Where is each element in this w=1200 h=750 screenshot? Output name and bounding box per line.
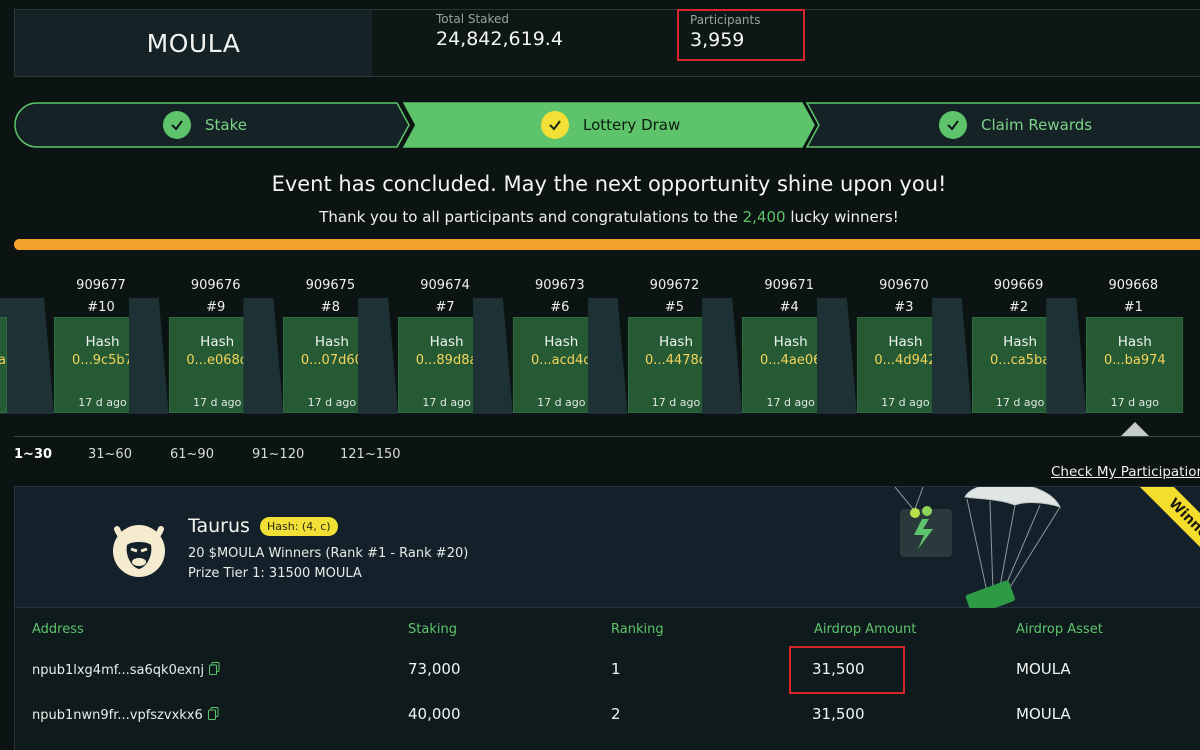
cell-amount: 31,500 [812,660,865,678]
pager-tab[interactable]: 121~150 [340,447,401,462]
block-side [587,298,628,414]
cell-ranking: 2 [611,705,621,723]
check-icon [939,111,967,139]
cell-asset: MOULA [1016,660,1071,678]
block-side [816,298,857,414]
partial-block-hash: a [0,353,6,368]
block-side [702,298,743,414]
headline: Event has concluded. May the next opport… [271,172,947,196]
pager-tab[interactable]: 61~90 [170,447,214,462]
block-side [14,298,54,414]
cell-address[interactable]: npub1nwn9fr...vpfszvxkx6 [32,707,219,724]
cell-amount: 31,500 [812,705,865,723]
check-icon [541,111,569,139]
block-side [358,298,399,414]
cell-amount-text: 31,500 [812,705,865,723]
token-name: MOULA [146,28,241,58]
blocks-divider [14,436,1200,437]
total-staked: Total Staked 24,842,619.4 [436,12,563,50]
block-hash-value: 0...ba974 [1103,353,1166,368]
prize-panel: Taurus Hash: (4, c) 20 $MOULA Winners (R… [14,486,1200,609]
winner-ribbon: Winner [1113,487,1200,587]
block-face: Hash 0...ba974 17 d ago [1086,317,1184,413]
participants-value: 3,959 [690,29,745,51]
pager-tab[interactable]: 91~120 [252,447,304,462]
cell-asset: MOULA [1016,705,1071,723]
block-card[interactable]: 909670 #3 Hash 0...4d942 17 d ago [816,270,954,420]
hash-badge: Hash: (4, c) [260,517,338,536]
block-card[interactable]: 909672 #5 Hash 0...4478d 17 d ago [587,270,725,420]
step-lottery-draw[interactable]: Lottery Draw [541,102,680,148]
cell-amount-text: 31,500 [812,660,865,678]
block-side [243,298,284,414]
copy-icon[interactable] [209,662,220,679]
step-claim-rewards[interactable]: Claim Rewards [939,102,1092,148]
subline-before: Thank you to all participants and congra… [319,208,743,226]
cell-asset-text: MOULA [1016,660,1071,678]
check-icon [163,111,191,139]
cell-staking: 73,000 [408,660,461,678]
stats-bar: MOULA [14,9,1200,77]
winner-ribbon-label: Winner [1133,487,1200,579]
col-ranking: Ranking [611,622,664,637]
pager-tab[interactable]: 1~30 [14,447,52,462]
total-staked-value: 24,842,619.4 [436,28,563,50]
block-card[interactable]: 909677 #10 Hash 0...9c5b7 17 d ago [14,270,151,420]
block-carousel[interactable]: a 909677 #10 Hash 0...9c5b7 17 d ago 909676 #9… [0,270,1200,440]
block-side [472,298,513,414]
step-lottery-label: Lottery Draw [583,116,681,134]
bull-icon [113,525,165,577]
block-card[interactable]: 909676 #9 Hash 0...e068d 17 d ago [128,270,266,420]
step-stake-label: Stake [205,116,247,134]
check-my-participation-link[interactable]: Check My Participation [1051,464,1200,480]
block-rank: #1 [1123,300,1143,315]
step-stake[interactable]: Stake [163,102,247,148]
cell-address[interactable]: npub1lxg4mf...sa6qk0exnj [32,662,220,679]
cell-asset-text: MOULA [1016,705,1071,723]
block-card[interactable]: 909668 #1 Hash 0...ba974 17 d ago [1046,270,1184,420]
selected-block-caret-icon [1121,422,1149,436]
cell-staking-text: 73,000 [408,660,461,678]
col-airdrop-asset: Airdrop Asset [1016,622,1103,637]
winners-table: Address Staking Ranking Airdrop Amount A… [14,608,1200,750]
cell-ranking: 1 [611,660,621,678]
block-hash-label: Hash [1117,334,1152,350]
cell-address-text: npub1lxg4mf...sa6qk0exnj [32,663,205,678]
col-address: Address [32,622,84,637]
block-card[interactable]: 909671 #4 Hash 0...4ae06 17 d ago [702,270,840,420]
prize-tier-text: Prize Tier 1: 31500 MOULA [188,566,362,581]
block-side [1046,298,1087,414]
col-airdrop-amount: Airdrop Amount [814,622,917,637]
block-side [931,298,972,414]
subline: Thank you to all participants and congra… [0,208,1200,226]
cell-ranking-text: 2 [611,705,621,723]
block-number: 909668 [1108,278,1159,293]
block-time-ago: 17 d ago [1110,396,1160,409]
progress-bar [14,239,1200,250]
block-side [128,298,169,414]
cell-staking: 40,000 [408,705,461,723]
participants-label: Participants [690,13,761,27]
prize-winners-text: 20 $MOULA Winners (Rank #1 - Rank #20) [188,546,469,561]
cell-ranking-text: 1 [611,660,621,678]
progress-fill [14,239,1200,250]
parachute-gift-icon [894,487,1061,609]
prize-name: Taurus [188,515,250,537]
block-card[interactable]: 909669 #2 Hash 0...ca5ba 17 d ago [931,270,1069,420]
winners-count: 2,400 [742,208,786,226]
total-staked-label: Total Staked [436,12,510,26]
col-staking: Staking [408,622,457,637]
pager-tab[interactable]: 31~60 [88,447,132,462]
block-card[interactable]: 909673 #6 Hash 0...acd4d 17 d ago [472,270,610,420]
block-card[interactable]: 909675 #8 Hash 0...07d60 17 d ago [243,270,381,420]
cell-staking-text: 40,000 [408,705,461,723]
copy-icon[interactable] [207,707,219,724]
block-card[interactable]: 909674 #7 Hash 0...89d8a 17 d ago [358,270,496,420]
step-progress: Stake Lottery Draw Claim Rewards [14,102,1200,148]
step-claim-label: Claim Rewards [981,116,1093,134]
token-box: MOULA [15,10,372,76]
subline-after: lucky winners! [785,208,899,226]
participants: Participants 3,959 [677,9,805,61]
cell-address-text: npub1nwn9fr...vpfszvxkx6 [32,708,203,723]
